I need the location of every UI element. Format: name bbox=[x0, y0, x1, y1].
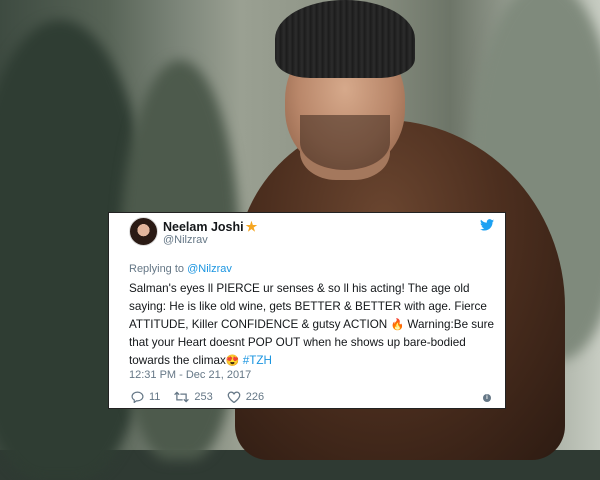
person-beard bbox=[300, 115, 390, 170]
retweet-button[interactable]: 253 bbox=[174, 391, 213, 403]
like-count: 226 bbox=[245, 391, 265, 403]
info-icon[interactable]: i bbox=[483, 394, 491, 402]
person-beanie bbox=[275, 0, 415, 78]
reply-count: 11 bbox=[149, 391, 161, 403]
fire-emoji-icon: 🔥 bbox=[390, 319, 405, 331]
twitter-bird-icon[interactable] bbox=[480, 219, 494, 231]
replying-to: Replying to @Nilzrav bbox=[129, 263, 232, 275]
retweet-icon bbox=[174, 391, 190, 403]
retweet-count: 253 bbox=[194, 391, 213, 403]
timestamp[interactable]: 12:31 PM - Dec 21, 2017 bbox=[129, 369, 251, 381]
tweet-text: Salman's eyes ll PIERCE ur senses & so l… bbox=[129, 282, 495, 367]
action-bar: 11 253 226 bbox=[131, 391, 278, 403]
reply-button[interactable]: 11 bbox=[131, 391, 160, 403]
heart-eyes-emoji-icon: 😍 bbox=[225, 355, 240, 367]
hashtag-link[interactable]: #TZH bbox=[243, 354, 272, 367]
display-name[interactable]: Neelam Joshi ★ bbox=[163, 219, 257, 235]
tweet-card: Neelam Joshi ★ @Nilzrav Replying to @Nilz… bbox=[108, 212, 506, 409]
reply-icon bbox=[131, 391, 144, 403]
like-button[interactable]: 226 bbox=[227, 391, 264, 403]
user-handle[interactable]: @Nilzrav bbox=[163, 234, 208, 246]
avatar[interactable] bbox=[129, 217, 158, 246]
replying-handle-link[interactable]: @Nilzrav bbox=[187, 263, 232, 275]
like-heart-icon bbox=[227, 391, 241, 403]
star-badge-icon: ★ bbox=[245, 219, 258, 234]
